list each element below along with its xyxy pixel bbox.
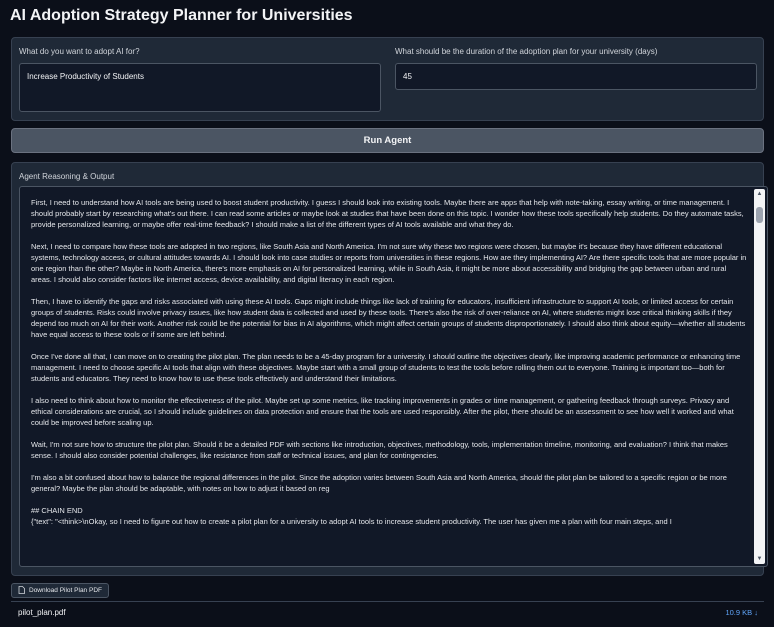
run-agent-button[interactable]: Run Agent [11, 128, 764, 153]
goal-input[interactable]: Increase Productivity of Students [19, 63, 381, 112]
scroll-down-icon[interactable]: ▼ [754, 554, 765, 564]
output-label: Agent Reasoning & Output [19, 172, 115, 181]
duration-input[interactable]: 45 [395, 63, 757, 90]
output-paragraph: First, I need to understand how AI tools… [31, 198, 746, 229]
output-text: First, I need to understand how AI tools… [31, 197, 749, 538]
output-paragraph: Next, I need to compare how these tools … [31, 242, 749, 284]
file-name[interactable]: pilot_plan.pdf [18, 608, 66, 617]
page-title: AI Adoption Strategy Planner for Univers… [10, 7, 353, 24]
output-scrollbar[interactable]: ▲ ▼ [754, 189, 765, 564]
inputs-panel: What do you want to adopt AI for? Increa… [11, 37, 764, 121]
scroll-thumb[interactable] [756, 207, 763, 223]
scroll-up-icon[interactable]: ▲ [754, 189, 765, 199]
output-paragraph: Once I've done all that, I can move on t… [31, 352, 743, 383]
output-panel: Agent Reasoning & Output First, I need t… [11, 162, 768, 576]
goal-label: What do you want to adopt AI for? [19, 47, 140, 56]
output-paragraph: Then, I have to identify the gaps and ri… [31, 297, 748, 339]
download-label: Download Pilot Plan PDF [29, 587, 102, 594]
file-size-download-link[interactable]: 10.9 KB ↓ [725, 608, 758, 617]
file-row[interactable]: pilot_plan.pdf 10.9 KB ↓ [11, 601, 764, 623]
output-paragraph: I'm also a bit confused about how to bal… [31, 473, 729, 493]
duration-label: What should be the duration of the adopt… [395, 47, 658, 56]
download-label-tag: Download Pilot Plan PDF [11, 583, 109, 598]
output-paragraph: I also need to think about how to monito… [31, 396, 736, 427]
file-icon [18, 585, 25, 596]
output-paragraph: Wait, I'm not sure how to structure the … [31, 440, 730, 460]
output-paragraph: ## CHAIN END {"text": "<think>\nOkay, so… [31, 506, 672, 526]
output-textarea[interactable]: First, I need to understand how AI tools… [19, 186, 768, 567]
